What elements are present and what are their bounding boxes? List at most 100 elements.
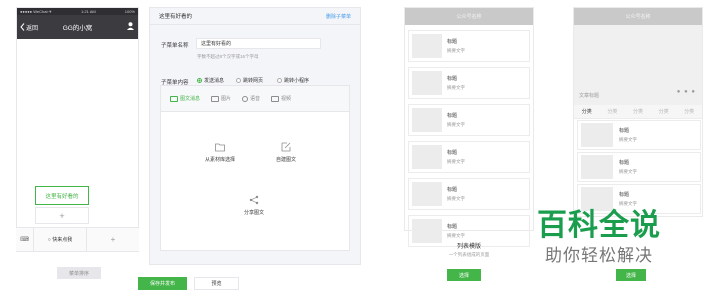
item-title: 标题 <box>447 39 458 45</box>
item-desc: 摘要文字 <box>447 85 465 90</box>
radio-checked-icon <box>197 78 202 83</box>
chevron-left-icon <box>20 23 25 31</box>
add-submenu-button[interactable]: + <box>35 207 89 224</box>
item-title: 标题 <box>447 113 458 119</box>
thumbnail <box>581 155 613 179</box>
select-list-template-button[interactable]: 选择 <box>447 269 481 281</box>
tab-article-label: 图文消息 <box>180 96 201 102</box>
thumbnail <box>412 71 442 95</box>
radio-jump-miniprogram[interactable]: 跳转小程序 <box>277 77 309 84</box>
submenu-name-input[interactable]: 这里有好看的 <box>196 38 321 49</box>
article-icon <box>170 95 178 102</box>
list-item: 标题 摘要文字 <box>408 67 530 99</box>
item-title: 标题 <box>447 224 458 230</box>
share-article-label: 分享图文 <box>244 210 265 216</box>
item-title: 标题 <box>447 187 458 193</box>
screen: ●●●●● WeChat ✈ 1:21 AM 100% 返回 GG的小窝 这里有… <box>0 0 720 298</box>
thumbnail <box>412 219 442 243</box>
phone-navbar: 返回 GG的小窝 <box>17 15 138 39</box>
tab-voice[interactable]: 语音 <box>242 95 260 102</box>
item-desc: 摘要文字 <box>447 122 465 127</box>
image-icon <box>211 95 220 102</box>
tab-voice-label: 语音 <box>250 96 261 102</box>
tab-video[interactable]: 视频 <box>271 95 291 102</box>
template-account-bar: 公众号名称 <box>405 8 533 25</box>
menu-sort-button[interactable]: 菜单排序 <box>57 267 101 279</box>
thumbnail <box>412 145 442 169</box>
radio-jump-webpage[interactable]: 跳转网页 <box>236 77 263 84</box>
radio-send-message-label: 发送消息 <box>204 78 225 84</box>
editor-title: 这里有好看的 <box>159 14 193 20</box>
name-label: 子菜单名称 <box>161 43 189 49</box>
delete-submenu-link[interactable]: 删除子菜单 <box>326 13 351 20</box>
select-from-library-label: 从素材库选择 <box>205 157 236 163</box>
watermark-title: 百科全说 <box>537 208 661 243</box>
message-content-panel: 图文消息 图片 语音 视频 从素材库选择 自建图文 分享图文 <box>160 85 350 251</box>
list-item: 标题 摘要文字 <box>577 120 701 150</box>
item-desc: 摘要文字 <box>619 169 637 174</box>
template-name: 列表模版 <box>456 244 481 250</box>
item-desc: 摘要文字 <box>619 137 637 142</box>
content-tabs: 图文消息 图片 语音 视频 <box>161 86 349 112</box>
editor-header: 这里有好看的 删除子菜单 <box>150 8 360 25</box>
select-from-library-button[interactable]: 从素材库选择 <box>205 142 235 163</box>
category-tab: 分类 <box>581 109 592 115</box>
cover-title: 文章标题 <box>579 93 600 99</box>
back-button[interactable]: 返回 <box>20 23 38 32</box>
tab-article[interactable]: 图文消息 <box>170 95 200 102</box>
tab-video-label: 视频 <box>281 96 292 102</box>
share-article-button[interactable]: 分享图文 <box>244 195 264 216</box>
item-title: 标题 <box>447 150 458 156</box>
create-article-label: 自建图文 <box>276 157 297 163</box>
tab-image[interactable]: 图片 <box>211 95 231 102</box>
menu-item-click-me[interactable]: ○ 快来点我 <box>34 228 87 251</box>
list-item: 标题 摘要文字 <box>408 141 530 173</box>
item-desc: 摘要文字 <box>447 159 465 164</box>
name-hint: 字数不超过8个汉字或16个字母 <box>197 54 259 59</box>
item-title: 标题 <box>619 160 630 166</box>
status-carrier: ●●●●● WeChat ✈ <box>20 9 53 14</box>
category-tab: 分类 <box>607 109 618 115</box>
folder-icon <box>215 143 225 152</box>
list-item: 标题 摘要文字 <box>577 152 701 182</box>
radio-send-message[interactable]: 发送消息 <box>197 77 224 84</box>
user-icon[interactable] <box>127 22 134 30</box>
thumbnail <box>412 108 442 132</box>
back-label: 返回 <box>26 25 39 32</box>
keyboard-icon[interactable]: ⌨ <box>16 228 34 251</box>
item-desc: 摘要文字 <box>447 48 465 53</box>
list-template-preview: 公众号名称 标题 摘要文字 标题 摘要文字 标题 摘要文字 标题 摘要文字 标题 摘要文字… <box>404 7 534 247</box>
item-title: 标题 <box>619 192 630 198</box>
create-article-button[interactable]: 自建图文 <box>276 142 296 163</box>
status-battery: 100% <box>124 9 135 14</box>
item-title: 标题 <box>447 76 458 82</box>
template-account-bar: 公众号名称 <box>574 8 702 25</box>
list-item: 标题 摘要文字 <box>408 30 530 62</box>
submenu-item-selected[interactable]: 这里有好看的 <box>35 186 89 205</box>
thumbnail <box>412 182 442 206</box>
cover-template-preview: 公众号名称 文章标题 ● ● ● 分类 分类 分类 分类 分类 标题 摘要文字 标… <box>573 7 703 217</box>
thumbnail <box>581 123 613 147</box>
save-and-publish-button[interactable]: 保存并发布 <box>138 277 187 290</box>
tab-image-label: 图片 <box>221 96 232 102</box>
status-bar: ●●●●● WeChat ✈ 1:21 AM 100% <box>17 8 138 15</box>
item-desc: 摘要文字 <box>447 196 465 201</box>
preview-button[interactable]: 预览 <box>194 277 239 290</box>
list-item: 标题 摘要文字 <box>408 104 530 136</box>
watermark-subtitle: 助你轻松解决 <box>545 246 653 266</box>
radio-jump-webpage-label: 跳转网页 <box>243 78 264 84</box>
category-tab: 分类 <box>658 109 669 115</box>
category-tab: 分类 <box>632 109 643 115</box>
template-desc: 一个列表组成的页面 <box>448 252 490 257</box>
radio-unchecked-icon <box>277 78 282 83</box>
category-tabs: 分类 分类 分类 分类 分类 <box>574 105 702 119</box>
list-item: 标题 摘要文字 <box>408 178 530 210</box>
add-menu-button[interactable]: + <box>87 228 139 251</box>
category-tab: 分类 <box>684 109 695 115</box>
select-cover-template-button[interactable]: 选择 <box>616 269 646 281</box>
radio-unchecked-icon <box>236 78 241 83</box>
item-title: 标题 <box>619 128 630 134</box>
edit-icon <box>281 142 291 152</box>
video-icon <box>271 95 280 102</box>
custom-menu-bar: ⌨ ○ 快来点我 + <box>16 227 139 251</box>
